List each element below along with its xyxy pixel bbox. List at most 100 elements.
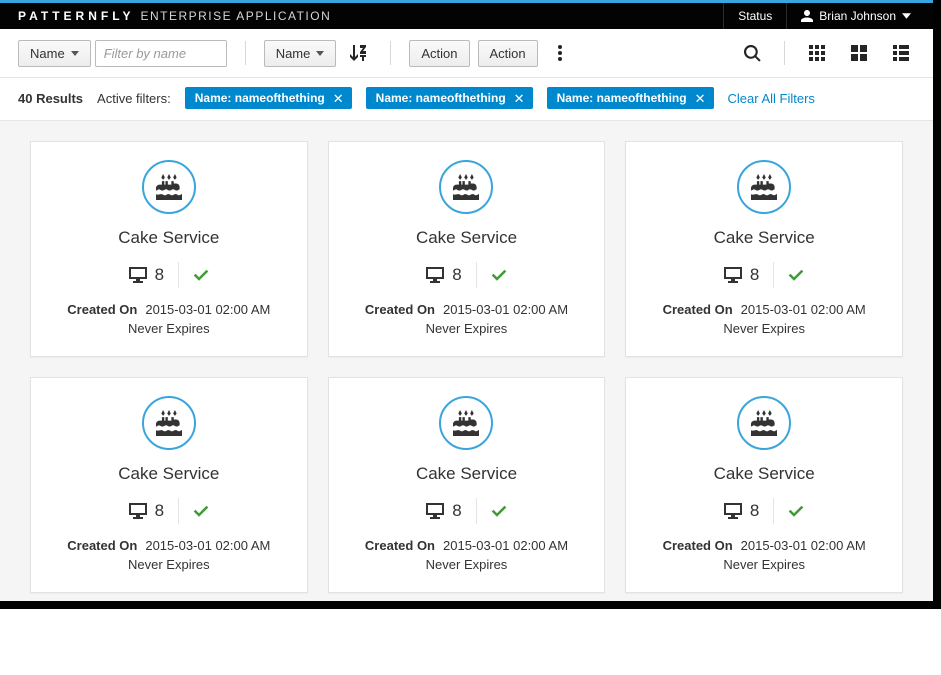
filter-input[interactable] <box>95 40 227 67</box>
clear-all-filters[interactable]: Clear All Filters <box>728 91 815 106</box>
remove-chip-icon[interactable]: ✕ <box>333 92 344 105</box>
filter-field-dropdown[interactable]: Name <box>18 40 91 67</box>
check-icon <box>193 503 209 517</box>
view-small-grid[interactable] <box>803 39 831 67</box>
service-stats: 8 <box>724 262 804 288</box>
service-card[interactable]: Cake Service 8 Created On2015-03-01 02:0… <box>328 377 606 593</box>
check-icon <box>193 267 209 281</box>
view-list[interactable] <box>887 39 915 67</box>
check-icon <box>491 503 507 517</box>
expires-row: Never Expires <box>426 557 508 572</box>
filter-chip: Name: nameofthething ✕ <box>185 87 352 109</box>
created-label: Created On <box>663 302 733 317</box>
check-icon <box>788 503 804 517</box>
created-label: Created On <box>663 538 733 553</box>
status-ok <box>193 267 209 284</box>
service-card[interactable]: Cake Service 8 Created On2015-03-01 02:0… <box>30 377 308 593</box>
service-title: Cake Service <box>714 464 815 484</box>
brand-bar: PATTERNFLY ENTERPRISE APPLICATION Status… <box>0 3 933 29</box>
created-label: Created On <box>67 538 137 553</box>
service-title: Cake Service <box>714 228 815 248</box>
monitor-icon <box>426 503 444 519</box>
list-icon <box>893 45 909 61</box>
results-count: 40 Results <box>18 91 83 106</box>
status-ok <box>788 267 804 284</box>
created-label: Created On <box>365 538 435 553</box>
separator <box>245 41 246 65</box>
created-date: 2015-03-01 02:00 AM <box>443 538 568 553</box>
kebab-icon <box>558 45 562 61</box>
status-ok <box>491 503 507 520</box>
status-label: Status <box>738 9 772 23</box>
sort-field-dropdown[interactable]: Name <box>264 40 337 67</box>
instance-count: 8 <box>155 265 164 285</box>
expires-row: Never Expires <box>723 557 805 572</box>
service-icon-circle <box>439 160 493 214</box>
user-name: Brian Johnson <box>819 9 896 23</box>
separator <box>178 498 179 524</box>
grid-small-icon <box>809 45 825 61</box>
instance-count: 8 <box>452 501 461 521</box>
instance-count: 8 <box>452 265 461 285</box>
action-label: Action <box>490 46 526 61</box>
service-card[interactable]: Cake Service 8 Created On2015-03-01 02:0… <box>625 377 903 593</box>
created-row: Created On2015-03-01 02:00 AM <box>67 302 270 317</box>
chevron-down-icon <box>902 13 911 19</box>
instance-count: 8 <box>750 265 759 285</box>
remove-chip-icon[interactable]: ✕ <box>695 92 706 105</box>
view-large-grid[interactable] <box>845 39 873 67</box>
service-title: Cake Service <box>416 228 517 248</box>
sort-direction-button[interactable] <box>344 39 372 67</box>
service-icon-circle <box>142 160 196 214</box>
service-card[interactable]: Cake Service 8 Created On 2015-03-01 02:0… <box>625 141 903 357</box>
monitor-icon <box>129 503 147 519</box>
service-card[interactable]: Cake Service 8 Created On2015-03-01 02:0… <box>328 141 606 357</box>
filter-chip-label: Name: nameofthething <box>557 91 687 105</box>
service-icon-circle <box>439 396 493 450</box>
instance-count: 8 <box>155 501 164 521</box>
action-button-1[interactable]: Action <box>409 40 469 67</box>
card-grid: Cake Service 8 Created On 2015-03-01 02:0… <box>30 141 903 593</box>
sort-field-label: Name <box>276 46 311 61</box>
created-date: 2015-03-01 02:00 AM <box>741 302 866 317</box>
service-card[interactable]: Cake Service 8 Created On2015-03-01 02:0… <box>30 141 308 357</box>
filter-chip: Name: nameofthething ✕ <box>547 87 714 109</box>
separator <box>784 41 785 65</box>
card-canvas: Cake Service 8 Created On 2015-03-01 02:0… <box>0 121 933 601</box>
filter-chip-label: Name: nameofthething <box>376 91 506 105</box>
created-label: Created On <box>67 302 137 317</box>
remove-chip-icon[interactable]: ✕ <box>514 92 525 105</box>
service-stats: 8 <box>426 262 506 288</box>
separator <box>773 262 774 288</box>
created-row: Created On 2015-03-01 02:00 AM <box>663 302 866 317</box>
action-label: Action <box>421 46 457 61</box>
check-icon <box>491 267 507 281</box>
expires-row: Never Expires <box>723 321 805 336</box>
cake-icon <box>156 410 182 436</box>
brand-app: ENTERPRISE APPLICATION <box>140 9 331 23</box>
created-date: 2015-03-01 02:00 AM <box>145 538 270 553</box>
status-link[interactable]: Status <box>723 3 786 29</box>
created-row: Created On 2015-03-01 02:00 AM <box>663 538 866 553</box>
cake-icon <box>453 174 479 200</box>
filter-summary: 40 Results Active filters: Name: nameoft… <box>0 78 933 121</box>
created-label: Created On <box>365 302 435 317</box>
monitor-icon <box>129 267 147 283</box>
separator <box>476 262 477 288</box>
created-date: 2015-03-01 02:00 AM <box>741 538 866 553</box>
action-button-2[interactable]: Action <box>478 40 538 67</box>
monitor-icon <box>724 503 742 519</box>
filter-field-label: Name <box>30 46 65 61</box>
status-ok <box>491 267 507 284</box>
cake-icon <box>156 174 182 200</box>
separator <box>476 498 477 524</box>
service-icon-circle <box>142 396 196 450</box>
brand-logo: PATTERNFLY <box>18 9 134 23</box>
status-ok <box>193 503 209 520</box>
grid-large-icon <box>851 45 867 61</box>
kebab-menu[interactable] <box>546 39 574 67</box>
status-ok <box>788 503 804 520</box>
user-menu[interactable]: Brian Johnson <box>786 3 925 29</box>
created-row: Created On 2015-03-01 02:00 AM <box>67 538 270 553</box>
search-button[interactable] <box>738 39 766 67</box>
